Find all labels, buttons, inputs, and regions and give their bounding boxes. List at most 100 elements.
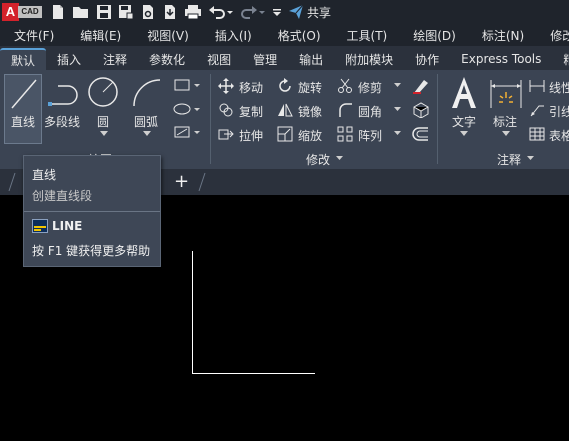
arc-icon[interactable] bbox=[130, 76, 164, 110]
table-label[interactable]: 表格 bbox=[549, 127, 569, 144]
print-icon[interactable] bbox=[184, 4, 202, 20]
tooltip-help: 按 F1 键获得更多帮助 bbox=[32, 244, 151, 258]
dimension-icon[interactable] bbox=[488, 76, 524, 110]
menu-edit[interactable]: 编辑(E) bbox=[66, 27, 133, 44]
trim-label[interactable]: 修剪 bbox=[358, 79, 382, 96]
scale-icon[interactable] bbox=[277, 126, 293, 142]
share-button[interactable]: 共享 bbox=[288, 4, 331, 21]
linear-label[interactable]: 线性 bbox=[549, 79, 569, 96]
new-file-icon[interactable] bbox=[50, 4, 66, 20]
plot-preview-icon[interactable] bbox=[140, 4, 156, 20]
line-tooltip: 直线 创建直线段 LINE 按 F1 键获得更多帮助 bbox=[23, 155, 161, 267]
panel-separator bbox=[210, 74, 211, 164]
share-icon bbox=[289, 4, 304, 19]
mirror-label[interactable]: 镜像 bbox=[298, 103, 322, 120]
save-icon[interactable] bbox=[96, 4, 112, 20]
new-drawing-tab-button[interactable]: + bbox=[174, 171, 189, 192]
dimension-dropdown-icon[interactable] bbox=[502, 131, 510, 137]
fillet-label[interactable]: 圆角 bbox=[358, 103, 382, 120]
leader-icon[interactable] bbox=[529, 102, 545, 118]
logo-text: CAD bbox=[18, 6, 42, 18]
tab-parametric[interactable]: 参数化 bbox=[138, 48, 196, 70]
rotate-icon[interactable] bbox=[277, 78, 293, 94]
stretch-icon[interactable] bbox=[218, 126, 234, 142]
publish-icon[interactable] bbox=[162, 4, 178, 20]
line-icon[interactable] bbox=[8, 76, 40, 112]
arc-dropdown-icon[interactable] bbox=[143, 131, 151, 137]
annotation-panel-title[interactable]: 注释 bbox=[497, 151, 521, 168]
circle-icon[interactable] bbox=[87, 76, 119, 108]
redo-icon[interactable] bbox=[240, 4, 266, 20]
menu-tools[interactable]: 工具(T) bbox=[333, 27, 400, 44]
menu-draw[interactable]: 绘图(D) bbox=[399, 27, 468, 44]
dimension-button-label[interactable]: 标注 bbox=[493, 113, 517, 130]
modify-panel-title[interactable]: 修改 bbox=[306, 151, 330, 168]
tab-divider bbox=[198, 172, 206, 192]
app-logo[interactable]: A CAD bbox=[2, 2, 42, 22]
fillet-dropdown-icon[interactable] bbox=[394, 107, 401, 112]
menu-bar: 文件(F) 编辑(E) 视图(V) 插入(I) 格式(O) 工具(T) 绘图(D… bbox=[0, 24, 569, 46]
tab-divider bbox=[8, 172, 16, 192]
leader-label[interactable]: 引线 bbox=[549, 103, 569, 120]
fillet-icon[interactable] bbox=[337, 102, 353, 118]
tab-manage[interactable]: 管理 bbox=[242, 48, 288, 70]
quick-access-toolbar bbox=[50, 4, 282, 20]
circle-dropdown-icon[interactable] bbox=[100, 131, 108, 137]
menu-insert[interactable]: 插入(I) bbox=[201, 27, 264, 44]
tab-default[interactable]: 默认 bbox=[0, 48, 47, 70]
arc-button-label[interactable]: 圆弧 bbox=[134, 113, 158, 130]
menu-dimension[interactable]: 标注(N) bbox=[468, 27, 536, 44]
tooltip-description: 创建直线段 bbox=[32, 189, 93, 203]
text-icon[interactable] bbox=[447, 74, 481, 112]
tooltip-title: 直线 bbox=[32, 168, 57, 182]
copy-label[interactable]: 复制 bbox=[239, 103, 263, 120]
tab-output[interactable]: 输出 bbox=[288, 48, 334, 70]
customize-toolbar-icon[interactable] bbox=[272, 4, 282, 20]
title-bar: A CAD 共享 bbox=[0, 0, 569, 24]
tab-express-tools[interactable]: Express Tools bbox=[450, 48, 552, 70]
array-label[interactable]: 阵列 bbox=[358, 127, 382, 144]
polyline-icon[interactable] bbox=[46, 78, 82, 112]
undo-icon[interactable] bbox=[208, 4, 234, 20]
trim-dropdown-icon[interactable] bbox=[394, 83, 401, 88]
text-dropdown-icon[interactable] bbox=[460, 131, 468, 137]
array-dropdown-icon[interactable] bbox=[394, 131, 401, 136]
array-icon[interactable] bbox=[337, 126, 353, 142]
move-label[interactable]: 移动 bbox=[239, 79, 263, 96]
explode-icon[interactable] bbox=[411, 102, 431, 118]
rotate-label[interactable]: 旋转 bbox=[298, 79, 322, 96]
logo-letter: A bbox=[2, 3, 19, 21]
line-button-label[interactable]: 直线 bbox=[11, 113, 35, 130]
annotation-panel-dropdown-icon[interactable] bbox=[527, 156, 534, 161]
tab-addins[interactable]: 附加模块 bbox=[334, 48, 404, 70]
share-label: 共享 bbox=[307, 5, 332, 20]
tab-annotate[interactable]: 注释 bbox=[92, 48, 138, 70]
erase-icon[interactable] bbox=[411, 78, 431, 94]
table-icon[interactable] bbox=[529, 126, 545, 142]
open-folder-icon[interactable] bbox=[72, 4, 90, 20]
stretch-label[interactable]: 拉伸 bbox=[239, 127, 263, 144]
modify-panel-dropdown-icon[interactable] bbox=[336, 156, 343, 161]
circle-button-label[interactable]: 圆 bbox=[97, 113, 109, 130]
tab-collaborate[interactable]: 协作 bbox=[404, 48, 450, 70]
linear-dimension-icon[interactable] bbox=[529, 78, 545, 94]
offset-icon[interactable] bbox=[411, 126, 431, 142]
polyline-button-label[interactable]: 多段线 bbox=[44, 113, 80, 130]
trim-icon[interactable] bbox=[337, 78, 353, 94]
text-button-label[interactable]: 文字 bbox=[452, 113, 476, 130]
tab-featured[interactable]: 精选 bbox=[552, 48, 569, 70]
save-as-icon[interactable] bbox=[118, 4, 134, 20]
tab-insert[interactable]: 插入 bbox=[46, 48, 92, 70]
move-icon[interactable] bbox=[218, 78, 234, 94]
menu-modify[interactable]: 修改(M) bbox=[536, 27, 569, 44]
menu-format[interactable]: 格式(O) bbox=[264, 27, 333, 44]
mirror-icon[interactable] bbox=[277, 102, 293, 118]
tab-view[interactable]: 视图 bbox=[196, 48, 242, 70]
scale-label[interactable]: 缩放 bbox=[298, 127, 322, 144]
menu-file[interactable]: 文件(F) bbox=[0, 27, 66, 44]
boundary-icon[interactable] bbox=[172, 125, 202, 139]
copy-icon[interactable] bbox=[218, 102, 234, 118]
rectangle-icon[interactable] bbox=[172, 78, 202, 92]
menu-view[interactable]: 视图(V) bbox=[133, 27, 201, 44]
hatch-icon[interactable] bbox=[172, 102, 202, 116]
